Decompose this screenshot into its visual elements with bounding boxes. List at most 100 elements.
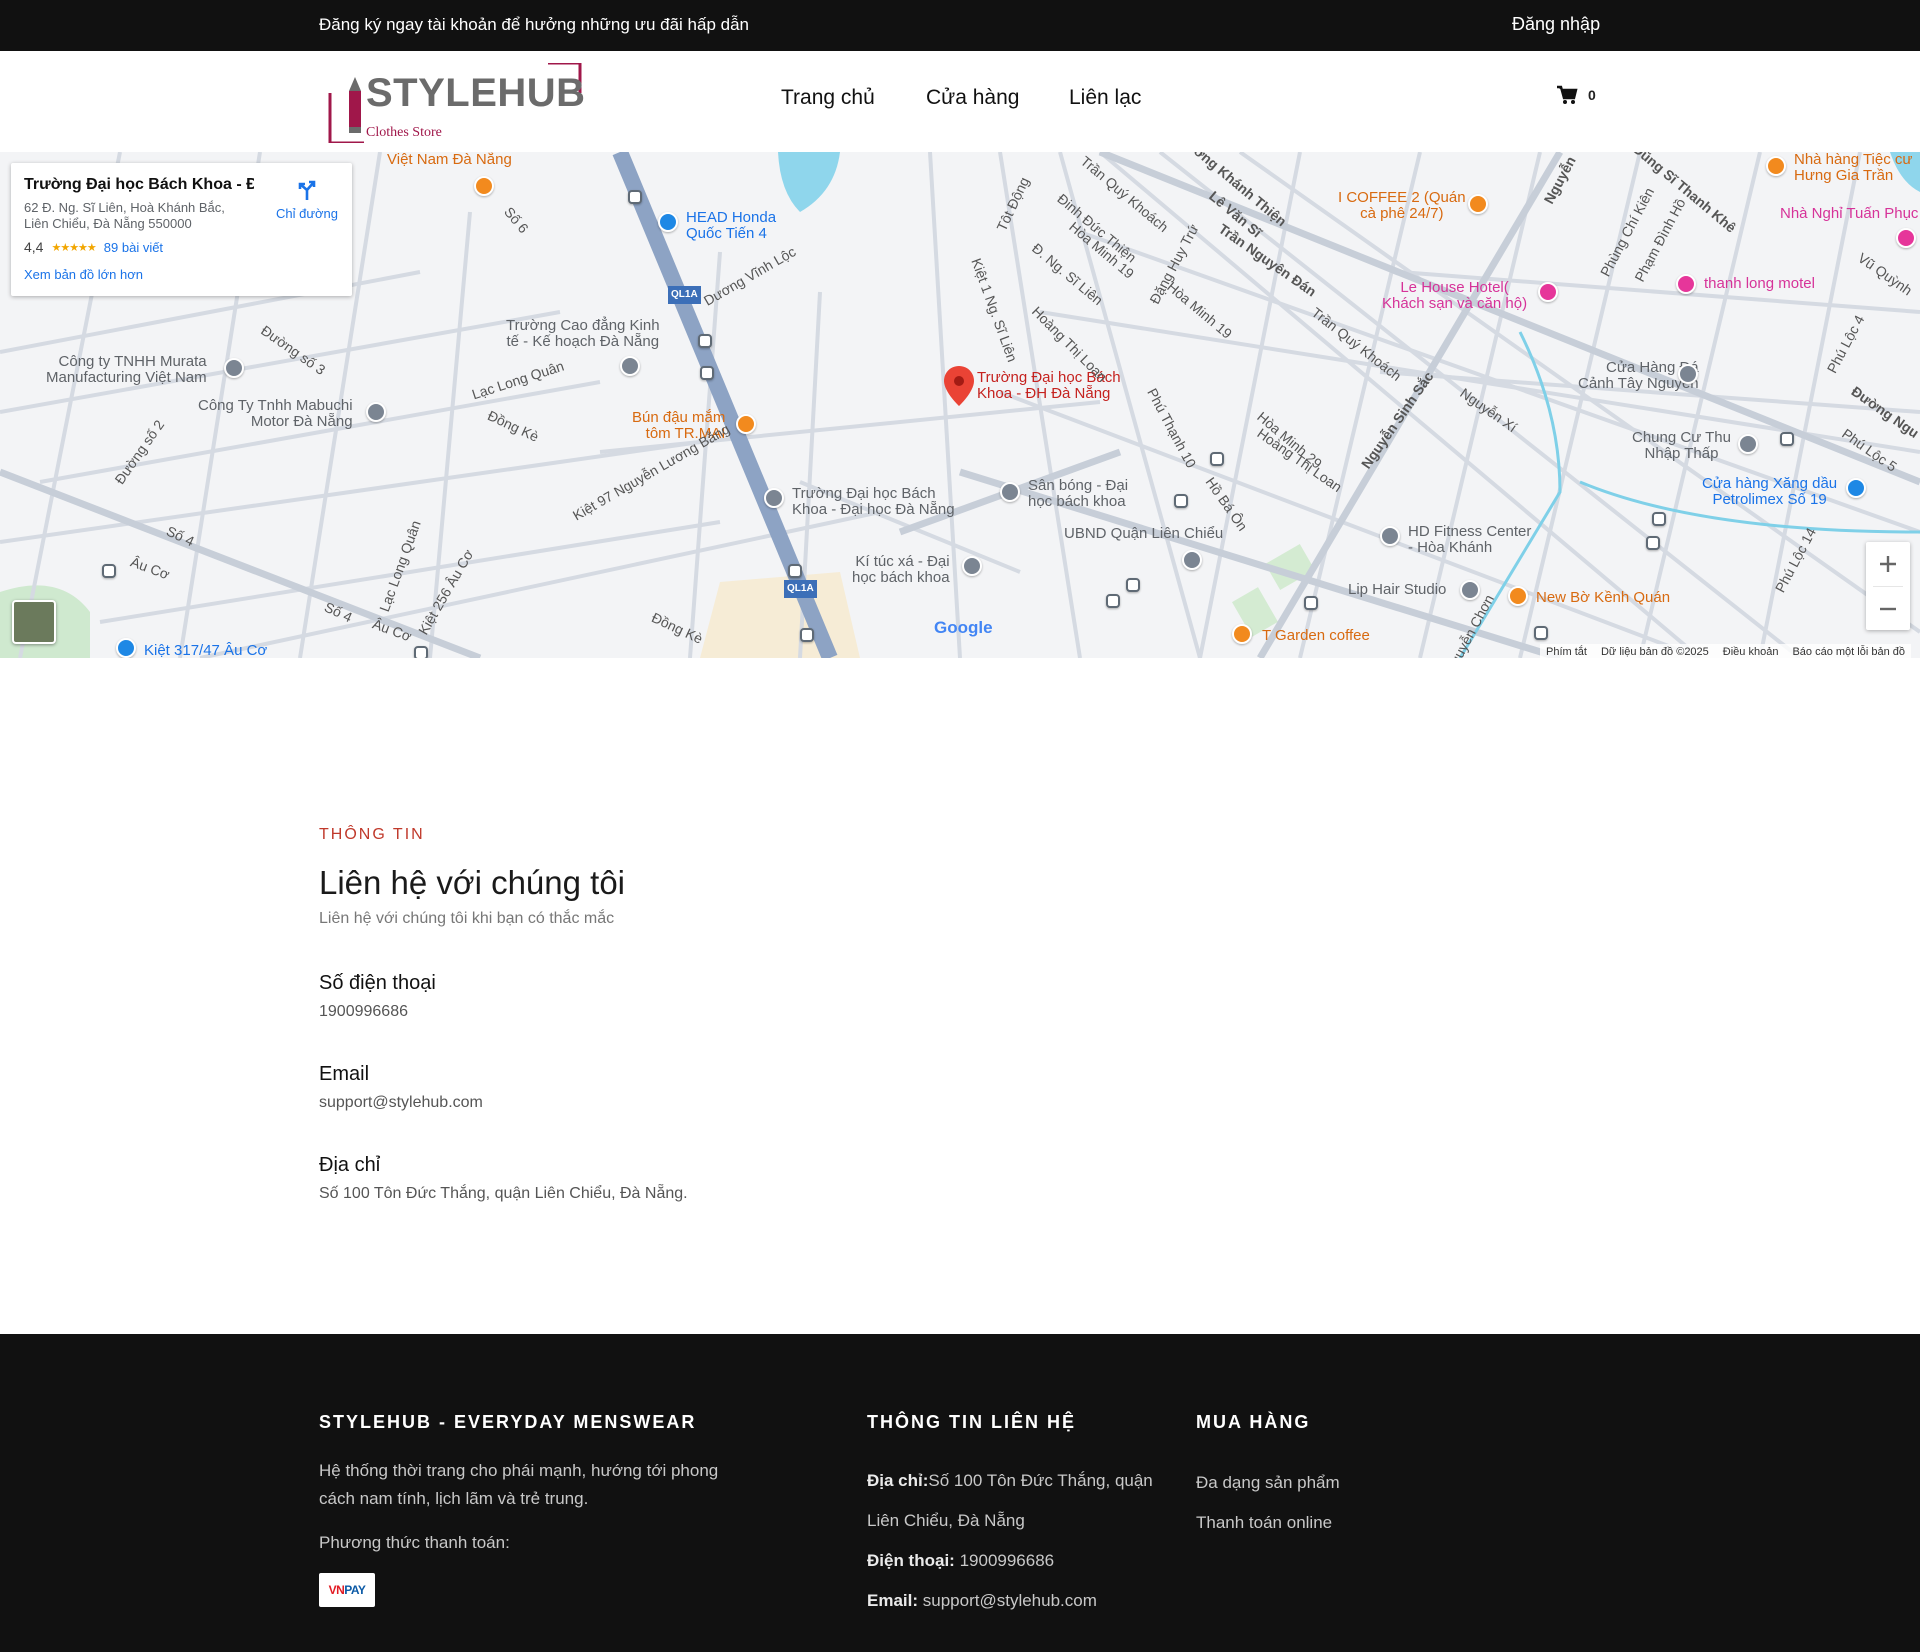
map-label-vietnam-danang[interactable]: Việt Nam Đà Nẵng bbox=[387, 152, 512, 168]
bus-stop-icon[interactable] bbox=[1210, 452, 1224, 466]
plus-icon bbox=[1880, 556, 1896, 572]
bus-stop-icon[interactable] bbox=[1304, 596, 1318, 610]
shop-pin-icon[interactable] bbox=[116, 638, 136, 658]
gas-station-pin-icon[interactable] bbox=[1846, 478, 1866, 498]
footer-col-contact: THÔNG TIN LIÊN HỆ Địa chỉ:Số 100 Tôn Đức… bbox=[867, 1412, 1167, 1621]
bar-pin-icon[interactable] bbox=[474, 176, 494, 196]
email-value: support@stylehub.com bbox=[319, 1094, 483, 1111]
login-link[interactable]: Đăng nhập bbox=[1512, 14, 1600, 35]
bus-stop-icon[interactable] bbox=[800, 628, 814, 642]
map-label-mabuchi[interactable]: Công Ty Tnhh Mabuchi Motor Đà Nẵng bbox=[198, 398, 353, 430]
map-label-cao-dang[interactable]: Trường Cao đẳng Kinh tế - Kế hoạch Đà Nẵ… bbox=[506, 318, 660, 350]
footer-link-products[interactable]: Đa dạng sản phẩm bbox=[1196, 1463, 1446, 1503]
logo-tagline: Clothes Store bbox=[366, 125, 442, 140]
map-label-kiet-317[interactable]: Kiệt 317/47 Âu Cơ bbox=[144, 643, 267, 659]
footer-link-online-payment[interactable]: Thanh toán online bbox=[1196, 1503, 1446, 1543]
restaurant-pin-icon[interactable] bbox=[736, 414, 756, 434]
footer-address-key: Địa chỉ: bbox=[867, 1471, 929, 1490]
gym-pin-icon[interactable] bbox=[1380, 526, 1400, 546]
place-title: Trường Đại học Bách Khoa - Đ... bbox=[24, 176, 254, 193]
shop-pin-icon[interactable] bbox=[658, 212, 678, 232]
bus-stop-icon[interactable] bbox=[1780, 432, 1794, 446]
bus-stop-icon[interactable] bbox=[1174, 494, 1188, 508]
company-pin-icon[interactable] bbox=[366, 402, 386, 422]
minus-icon bbox=[1880, 607, 1896, 611]
nav-shop[interactable]: Cửa hàng bbox=[926, 86, 1019, 110]
building-pin-icon[interactable] bbox=[1738, 434, 1758, 454]
cafe-pin-icon[interactable] bbox=[1232, 624, 1252, 644]
bus-stop-icon[interactable] bbox=[628, 190, 642, 204]
zoom-controls bbox=[1866, 542, 1910, 630]
place-info-card: Trường Đại học Bách Khoa - Đ... 62 Đ. Ng… bbox=[11, 163, 352, 296]
map-label-le-house[interactable]: Le House Hotel( Khách sạn và căn hộ) bbox=[1382, 280, 1527, 312]
terms-link[interactable]: Điều khoản bbox=[1723, 646, 1779, 658]
map-label-lip-hair[interactable]: Lip Hair Studio bbox=[1348, 582, 1446, 598]
shop-pin-icon[interactable] bbox=[1678, 364, 1698, 384]
vnpay-logo-vn: VN bbox=[328, 1583, 345, 1597]
site-footer: STYLEHUB - EVERYDAY MENSWEAR Hệ thống th… bbox=[0, 1334, 1920, 1652]
site-header: STYLEHUB Clothes Store Trang chủ Cửa hàn… bbox=[0, 51, 1920, 152]
zoom-out-button[interactable] bbox=[1866, 587, 1910, 631]
cart-count: 0 bbox=[1588, 87, 1596, 103]
map-label-head-honda[interactable]: HEAD Honda Quốc Tiến 4 bbox=[686, 210, 776, 242]
bus-stop-icon[interactable] bbox=[698, 334, 712, 348]
map-label-ktx[interactable]: Kí túc xá - Đại học bách khoa bbox=[852, 554, 950, 586]
school-pin-icon[interactable] bbox=[620, 356, 640, 376]
map-label-murata[interactable]: Công ty TNHH Murata Manufacturing Việt N… bbox=[46, 354, 207, 386]
hotel-pin-icon[interactable] bbox=[1896, 228, 1916, 248]
cafe-pin-icon[interactable] bbox=[1468, 194, 1488, 214]
bus-stop-icon[interactable] bbox=[102, 564, 116, 578]
bus-stop-icon[interactable] bbox=[1652, 512, 1666, 526]
restaurant-pin-icon[interactable] bbox=[1766, 156, 1786, 176]
embedded-map[interactable]: Trường Đại học Bách Khoa - Đ... 62 Đ. Ng… bbox=[0, 152, 1920, 658]
google-logo-text: Google bbox=[934, 618, 993, 637]
school-pin-icon[interactable] bbox=[764, 488, 784, 508]
report-map-error-link[interactable]: Báo cáo một lỗi bản đồ bbox=[1792, 646, 1905, 658]
topbar: Đăng ký ngay tài khoản để hưởng những ưu… bbox=[0, 0, 1920, 51]
map-label-hd-fitness[interactable]: HD Fitness Center - Hòa Khánh bbox=[1408, 524, 1531, 556]
zoom-in-button[interactable] bbox=[1866, 542, 1910, 586]
directions-icon bbox=[298, 180, 316, 200]
hotel-pin-icon[interactable] bbox=[1676, 274, 1696, 294]
map-label-thanh-long[interactable]: thanh long motel bbox=[1704, 276, 1815, 292]
company-pin-icon[interactable] bbox=[224, 358, 244, 378]
page-subtitle: Liên hệ với chúng tôi khi bạn có thắc mắ… bbox=[319, 910, 615, 927]
restaurant-pin-icon[interactable] bbox=[1508, 586, 1528, 606]
selected-location-pin-icon[interactable] bbox=[944, 366, 974, 406]
bus-stop-icon[interactable] bbox=[1126, 578, 1140, 592]
page-title: Liên hệ với chúng tôi bbox=[319, 864, 626, 901]
map-label-new-bo[interactable]: New Bờ Kềnh Quán bbox=[1536, 590, 1670, 606]
keyboard-shortcuts-link[interactable]: Phím tắt bbox=[1546, 646, 1587, 658]
map-label-ubnd[interactable]: UBND Quận Liên Chiểu bbox=[1064, 526, 1223, 542]
bus-stop-icon[interactable] bbox=[788, 564, 802, 578]
bus-stop-icon[interactable] bbox=[414, 646, 428, 658]
bus-stop-icon[interactable] bbox=[700, 366, 714, 380]
nav-contact[interactable]: Liên lạc bbox=[1069, 86, 1141, 110]
dorm-pin-icon[interactable] bbox=[962, 556, 982, 576]
logo[interactable]: STYLEHUB Clothes Store bbox=[322, 63, 585, 143]
map-label-t-garden[interactable]: T Garden coffee bbox=[1262, 628, 1370, 644]
map-attribution: Phím tắt Dữ liệu bản đồ ©2025 Điều khoản… bbox=[1540, 644, 1911, 658]
bus-stop-icon[interactable] bbox=[1106, 594, 1120, 608]
reviews-link[interactable]: 89 bài viết bbox=[104, 240, 163, 255]
map-label-san-bong[interactable]: Sân bóng - Đại học bách khoa bbox=[1028, 478, 1128, 510]
bus-stop-icon[interactable] bbox=[1646, 536, 1660, 550]
bus-stop-icon[interactable] bbox=[1534, 626, 1548, 640]
place-pin-icon[interactable] bbox=[1000, 482, 1020, 502]
directions-button[interactable]: Chỉ đường bbox=[267, 178, 347, 221]
map-label-chung-cu[interactable]: Chung Cư Thu Nhập Thấp bbox=[1632, 430, 1731, 462]
map-label-bach-khoa-2[interactable]: Trường Đại học Bách Khoa - Đại học Đà Nẵ… bbox=[792, 486, 955, 518]
vnpay-logo: VN PAY bbox=[319, 1573, 375, 1607]
address-label: Địa chỉ bbox=[319, 1154, 381, 1176]
map-label-nha-nghi[interactable]: Nhà Nghỉ Tuấn Phục bbox=[1780, 206, 1918, 222]
cart-button[interactable]: 0 bbox=[1556, 85, 1596, 105]
map-label-icoffee[interactable]: I COFFEE 2 (Quán cà phê 24/7) bbox=[1338, 190, 1466, 222]
map-label-petrolimex[interactable]: Cửa hàng Xăng dầu Petrolimex Số 19 bbox=[1702, 476, 1837, 508]
nav-home[interactable]: Trang chủ bbox=[781, 86, 875, 110]
map-label-nha-hang-gia-tran[interactable]: Nhà hàng Tiệc cư Hưng Gia Trần bbox=[1794, 152, 1912, 184]
view-larger-map-link[interactable]: Xem bản đồ lớn hơn bbox=[24, 267, 143, 282]
government-pin-icon[interactable] bbox=[1182, 550, 1202, 570]
salon-pin-icon[interactable] bbox=[1460, 580, 1480, 600]
map-layers-toggle[interactable] bbox=[12, 600, 56, 644]
hotel-pin-icon[interactable] bbox=[1538, 282, 1558, 302]
